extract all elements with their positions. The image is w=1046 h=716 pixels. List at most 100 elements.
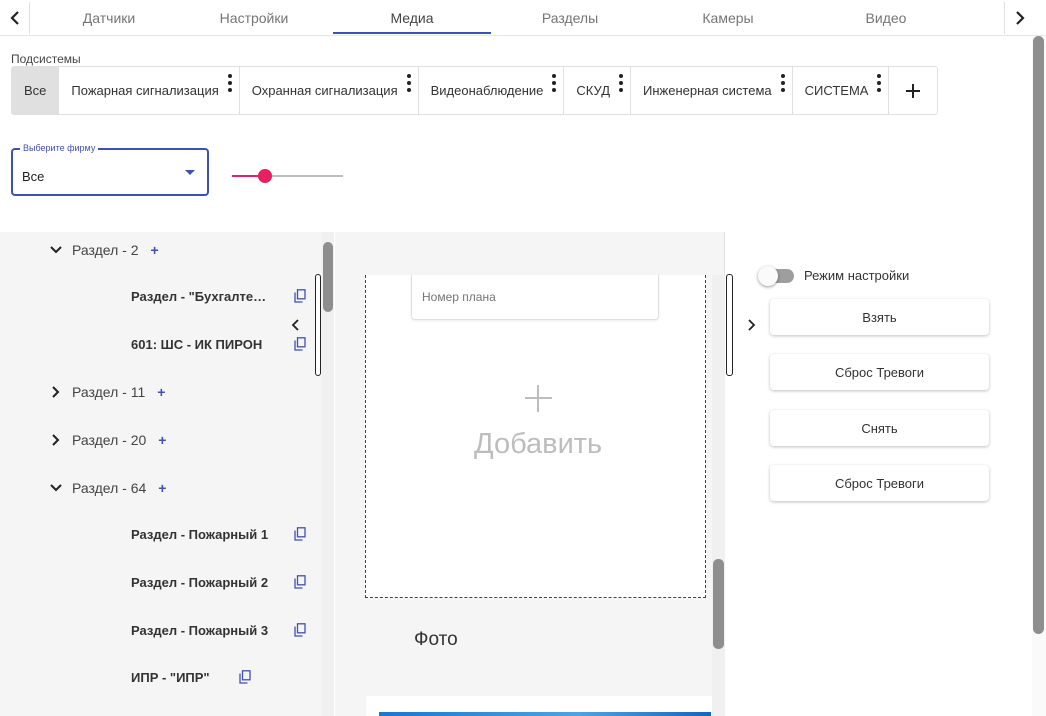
plan-panel-header	[335, 232, 724, 274]
tree-scrollbar-thumb[interactable]	[323, 242, 333, 312]
tree-node-label: Раздел - 64	[72, 480, 147, 496]
tree-leaf[interactable]: ИПР - "ИПР"	[131, 667, 251, 687]
tree-leaf[interactable]: Раздел - "Бухгалтерия"	[131, 286, 306, 306]
add-subsystem-button[interactable]	[889, 67, 937, 114]
copy-icon[interactable]	[294, 289, 306, 303]
plan-panel-scrollbar[interactable]	[712, 275, 725, 716]
chevron-left-icon	[9, 11, 19, 25]
tree-node[interactable]: Раздел - 20 +	[48, 430, 166, 450]
right-panel-resize-handle[interactable]	[726, 274, 733, 376]
more-vert-icon[interactable]	[227, 74, 232, 92]
slider-knob[interactable]	[258, 169, 273, 183]
subsystem-chip-access-control[interactable]: СКУД	[564, 67, 632, 114]
subsystem-chip-video-surveillance[interactable]: Видеонаблюдение	[419, 67, 565, 114]
chevron-right-icon	[1015, 11, 1025, 25]
chip-label: СКУД	[576, 83, 611, 98]
plan-panel-scrollbar-thumb[interactable]	[713, 559, 724, 649]
add-plan-icon[interactable]	[520, 380, 556, 416]
subsystem-chip-engineering[interactable]: Инженерная система	[631, 67, 793, 114]
plus-icon	[906, 83, 921, 98]
tree-leaf[interactable]: Раздел - Пожарный 1	[131, 524, 306, 544]
zoom-slider[interactable]	[232, 166, 343, 186]
tree-leaf-label: Раздел - "Бухгалтерия"	[131, 288, 271, 304]
tab-video[interactable]: Видео	[807, 0, 965, 36]
tree-leaf[interactable]: Раздел - Пожарный 2	[131, 572, 306, 592]
plan-number-input[interactable]: Номер плана	[411, 275, 659, 320]
tab-cameras[interactable]: Камеры	[649, 0, 807, 36]
copy-icon[interactable]	[239, 670, 251, 684]
tab-media[interactable]: Медиа	[333, 0, 491, 36]
more-vert-icon[interactable]	[406, 74, 411, 92]
page-scrollbar[interactable]	[1032, 36, 1046, 716]
subsystems-label: Подсистемы	[11, 52, 81, 66]
tabs-scroll-left-button[interactable]	[0, 2, 30, 34]
tree-leaf-label: Раздел - Пожарный 1	[131, 526, 269, 542]
more-vert-icon[interactable]	[619, 74, 624, 92]
firm-select[interactable]: Выберите фирму Все	[11, 143, 209, 196]
reset-alarm-button[interactable]: Сброс Тревоги	[770, 354, 989, 390]
left-panel-resize-handle[interactable]	[315, 274, 321, 376]
chevron-right-icon[interactable]	[48, 432, 64, 448]
chevron-down-icon[interactable]	[48, 480, 64, 496]
more-vert-icon[interactable]	[552, 74, 557, 92]
add-subsection-button[interactable]: +	[151, 242, 159, 258]
disarm-button[interactable]: Снять	[770, 410, 989, 446]
tree-node[interactable]: Раздел - 11 +	[48, 382, 165, 402]
photo-section-title: Фото	[414, 629, 458, 650]
subsystems-chip-group: Все Пожарная сигнализация Охранная сигна…	[11, 66, 939, 115]
tabs-scroll-right-button[interactable]	[1004, 2, 1034, 34]
tree-leaf[interactable]: Раздел - Пожарный 3	[131, 620, 306, 640]
tab-sensors[interactable]: Датчики	[30, 0, 188, 36]
subsystem-chip-all[interactable]: Все	[12, 67, 60, 114]
tab-sections[interactable]: Разделы	[491, 0, 649, 36]
setup-mode-toggle[interactable]: Режим настройки	[758, 265, 910, 286]
copy-icon[interactable]	[294, 623, 306, 637]
tree-leaf-label: ИПР - "ИПР"	[131, 669, 210, 685]
copy-icon[interactable]	[294, 575, 306, 589]
setup-mode-label: Режим настройки	[804, 268, 910, 283]
top-tab-bar: Датчики Настройки Медиа Разделы Камеры В…	[0, 0, 1046, 36]
caret-down-icon	[185, 170, 195, 175]
tree-node-label: Раздел - 20	[72, 432, 147, 448]
tree-leaf-label: Раздел - Пожарный 2	[131, 574, 269, 590]
tree-scrollbar[interactable]	[322, 232, 334, 716]
photo-card[interactable]	[366, 696, 712, 716]
add-plan-label[interactable]: Добавить	[474, 428, 602, 461]
tree-node[interactable]: Раздел - 64 +	[48, 478, 166, 498]
add-subsection-button[interactable]: +	[158, 432, 166, 448]
chevron-down-icon[interactable]	[48, 242, 64, 258]
collapse-left-panel-button[interactable]	[289, 317, 301, 338]
tree-node-label: Раздел - 11	[72, 384, 146, 400]
subsystem-chip-fire-alarm[interactable]: Пожарная сигнализация	[59, 67, 240, 114]
tree-leaf[interactable]: 601: ШС - ИК ПИРОН	[131, 334, 306, 354]
page-scrollbar-thumb[interactable]	[1033, 36, 1044, 634]
add-subsection-button[interactable]: +	[158, 480, 166, 496]
active-tab-indicator	[333, 32, 491, 34]
toggle-track[interactable]	[758, 265, 794, 286]
chip-label: Охранная сигнализация	[251, 83, 398, 98]
more-vert-icon[interactable]	[877, 74, 882, 92]
chevron-right-icon[interactable]	[48, 384, 64, 400]
tab-list: Датчики Настройки Медиа Разделы Камеры В…	[30, 0, 1005, 36]
more-vert-icon[interactable]	[780, 74, 785, 92]
toggle-knob[interactable]	[758, 265, 778, 286]
firm-select-value: Все	[22, 169, 45, 184]
tree-node-label: Раздел - 2	[72, 242, 139, 258]
expand-right-panel-button[interactable]	[746, 317, 758, 338]
chip-label: СИСТЕМА	[804, 83, 869, 98]
subsystem-chip-security-alarm[interactable]: Охранная сигнализация	[240, 67, 419, 114]
tree-leaf-label: Раздел - Пожарный 3	[131, 622, 269, 638]
copy-icon[interactable]	[294, 337, 306, 351]
photo-thumbnail[interactable]	[379, 712, 711, 716]
plan-number-placeholder: Номер плана	[422, 290, 496, 304]
tab-settings[interactable]: Настройки	[175, 0, 333, 36]
chip-label: Все	[24, 83, 47, 98]
tree-leaf-label: 601: ШС - ИК ПИРОН	[131, 336, 263, 352]
copy-icon[interactable]	[294, 527, 306, 541]
subsystem-chip-system[interactable]: СИСТЕМА	[793, 67, 890, 114]
arm-button[interactable]: Взять	[770, 299, 989, 335]
reset-alarm-button-2[interactable]: Сброс Тревоги	[770, 465, 989, 501]
chip-label: Пожарная сигнализация	[71, 83, 219, 98]
add-subsection-button[interactable]: +	[157, 384, 165, 400]
tree-node[interactable]: Раздел - 2 +	[48, 240, 159, 260]
